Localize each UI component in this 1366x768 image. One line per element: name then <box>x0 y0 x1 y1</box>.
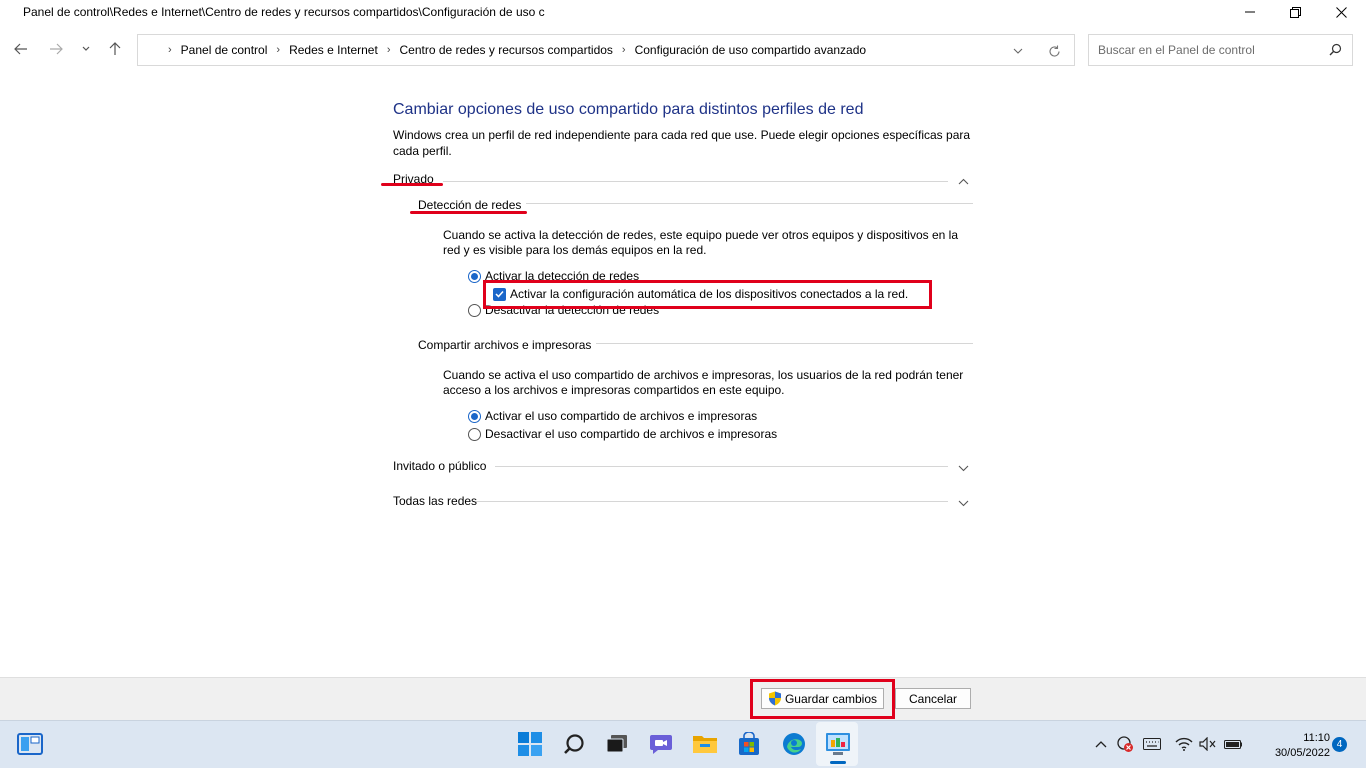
restore-icon <box>1289 6 1301 18</box>
divider <box>526 203 973 204</box>
cancel-button[interactable]: Cancelar <box>895 688 971 709</box>
search-icon[interactable] <box>1329 43 1342 59</box>
chevron-down-icon <box>958 465 968 471</box>
keyboard-icon[interactable] <box>1143 735 1161 753</box>
breadcrumb-item-control-panel[interactable]: Panel de control <box>181 43 268 57</box>
network-discovery-description: Cuando se activa la detección de redes, … <box>443 228 958 257</box>
speaker-muted-icon[interactable] <box>1199 735 1217 753</box>
search-icon[interactable] <box>560 730 588 758</box>
control-panel-icon[interactable] <box>824 730 852 758</box>
breadcrumb: › Panel de control › Redes e Internet › … <box>162 43 866 57</box>
title-bar: Panel de control\Redes e Internet\Centro… <box>0 0 1366 26</box>
address-bar[interactable]: › Panel de control › Redes e Internet › … <box>137 34 1075 66</box>
breadcrumb-separator-icon: › <box>386 44 391 56</box>
radio-label: Activar el uso compartido de archivos e … <box>485 409 758 423</box>
start-icon[interactable] <box>516 730 544 758</box>
file-sharing-description: Cuando se activa el uso compartido de ar… <box>443 368 964 397</box>
search-placeholder: Buscar en el Panel de control <box>1098 43 1255 57</box>
active-app-indicator <box>830 761 846 764</box>
refresh-icon <box>1048 45 1060 57</box>
arrow-left-icon <box>14 43 27 55</box>
expand-guest-button[interactable] <box>957 462 969 474</box>
radio-file-sharing-off[interactable]: Desactivar el uso compartido de archivos… <box>468 427 777 441</box>
edge-icon[interactable] <box>780 730 808 758</box>
recent-locations-button[interactable] <box>76 38 96 60</box>
page-title: Cambiar opciones de uso compartido para … <box>393 101 864 118</box>
clock-time: 11:10 <box>1303 732 1330 744</box>
profile-header-all[interactable]: Todas las redes <box>393 494 477 508</box>
chat-icon[interactable] <box>647 730 675 758</box>
up-button[interactable] <box>104 38 126 60</box>
chevron-down-icon <box>958 500 968 506</box>
chevron-up-icon[interactable] <box>1092 735 1110 753</box>
cancel-button-label: Cancelar <box>908 691 958 706</box>
search-input[interactable]: Buscar en el Panel de control <box>1088 34 1353 66</box>
expand-all-button[interactable] <box>957 497 969 509</box>
footer-bar <box>0 677 1366 720</box>
restore-button[interactable] <box>1272 0 1318 24</box>
breadcrumb-item-network-internet[interactable]: Redes e Internet <box>289 43 378 57</box>
radio-selected-icon[interactable] <box>468 409 481 423</box>
arrow-up-icon <box>109 42 121 55</box>
breadcrumb-item-network-center[interactable]: Centro de redes y recursos compartidos <box>399 43 612 57</box>
forward-button[interactable] <box>45 38 67 60</box>
section-network-discovery: Detección de redes <box>418 198 522 212</box>
back-button[interactable] <box>10 38 32 60</box>
chevron-down-icon <box>1013 48 1023 54</box>
minimize-icon <box>1245 11 1255 13</box>
refresh-button[interactable] <box>1046 43 1062 59</box>
system-clock[interactable]: 11:10 30/05/2022 <box>1252 731 1330 761</box>
radio-label: Desactivar el uso compartido de archivos… <box>485 427 778 441</box>
highlight-box <box>750 679 895 719</box>
task-view-icon[interactable] <box>603 730 631 758</box>
radio-unselected-icon[interactable] <box>468 303 481 317</box>
collapse-private-button[interactable] <box>957 175 969 187</box>
page-description: Windows crea un perfil de red independie… <box>393 128 971 158</box>
divider <box>476 501 948 502</box>
battery-icon[interactable] <box>1224 735 1242 753</box>
radio-unselected-icon[interactable] <box>468 427 481 441</box>
radio-selected-icon[interactable] <box>468 269 481 283</box>
highlight-underline <box>381 183 443 186</box>
clock-date: 30/05/2022 <box>1274 747 1330 759</box>
widgets-icon[interactable] <box>16 730 44 758</box>
breadcrumb-separator-icon: › <box>168 44 172 56</box>
breadcrumb-separator-icon: › <box>276 44 281 56</box>
chevron-down-icon <box>82 46 90 51</box>
highlight-box <box>483 280 932 309</box>
radio-file-sharing-on[interactable]: Activar el uso compartido de archivos e … <box>468 409 757 423</box>
close-button[interactable] <box>1318 0 1364 24</box>
section-file-sharing: Compartir archivos e impresoras <box>418 338 592 352</box>
control-panel-window: Panel de control\Redes e Internet\Centro… <box>0 0 1366 720</box>
profile-header-guest[interactable]: Invitado o público <box>393 459 486 473</box>
close-icon <box>1335 6 1347 18</box>
chevron-up-icon <box>958 178 968 184</box>
network-error-icon[interactable] <box>1116 735 1134 753</box>
highlight-underline <box>410 211 527 214</box>
arrow-right-icon <box>50 43 63 55</box>
wifi-icon[interactable] <box>1175 735 1193 753</box>
notification-badge[interactable]: 4 <box>1332 737 1347 752</box>
minimize-button[interactable] <box>1227 0 1273 24</box>
window-title: Panel de control\Redes e Internet\Centro… <box>23 5 545 19</box>
divider <box>495 466 948 467</box>
store-icon[interactable] <box>735 730 763 758</box>
taskbar <box>0 720 1366 768</box>
breadcrumb-separator-icon: › <box>621 44 626 56</box>
divider <box>443 181 948 182</box>
breadcrumb-item-advanced-sharing[interactable]: Configuración de uso compartido avanzado <box>635 43 866 57</box>
file-explorer-icon[interactable] <box>691 730 719 758</box>
address-dropdown-button[interactable] <box>1010 43 1026 59</box>
divider <box>596 343 973 344</box>
